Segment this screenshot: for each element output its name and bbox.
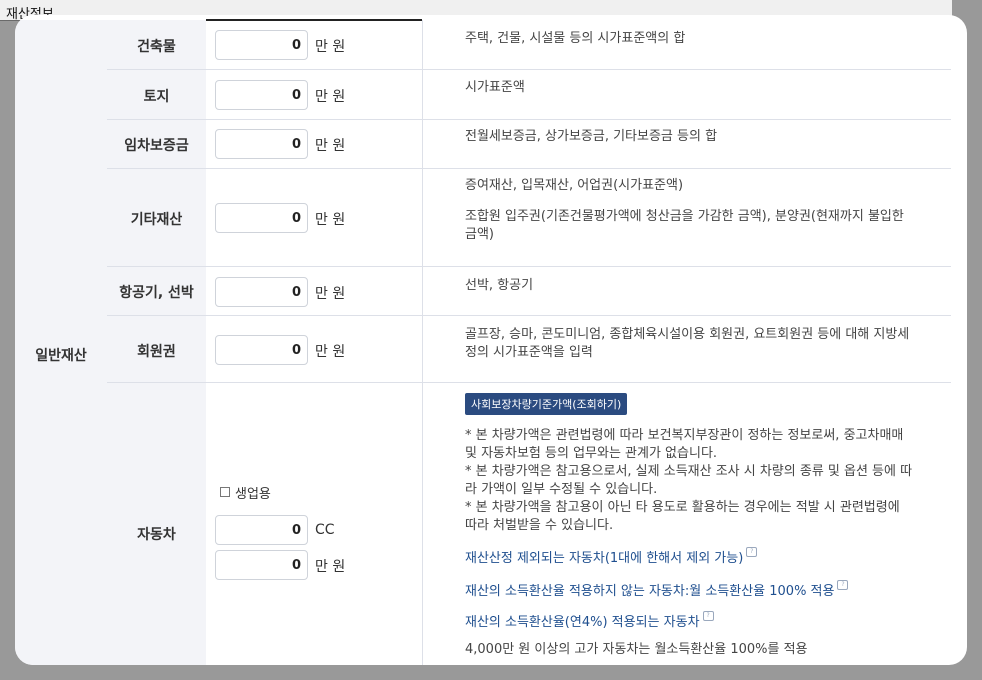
- row-label: 자동차: [137, 527, 176, 543]
- link-text: 재산산정 제외되는 자동차(1대에 한해서 제외 가능): [465, 551, 744, 566]
- note-line: * 본 차량가액은 참고용으로서, 실제 소득재산 조사 시 차량의 종류 및 …: [465, 464, 913, 479]
- vehicle-price-lookup-button[interactable]: 사회보장차량기준가액(조회하기): [465, 393, 628, 415]
- link-text: 재산의 소득환산율(연4%) 적용되는 자동차: [465, 615, 700, 630]
- lease-deposit-input[interactable]: [215, 129, 308, 159]
- note-line: 및 자동차보험 등의 업무와는 관계가 없습니다.: [465, 446, 718, 461]
- high-value-car-note: 4,000만 원 이상의 고가 자동차는 월소득환산율 100%를 적용: [465, 642, 808, 657]
- description-line: 금액): [465, 227, 494, 242]
- car-cc-input[interactable]: [215, 515, 308, 545]
- excluded-vehicle-link[interactable]: 재산산정 제외되는 자동차(1대에 한해서 제외 가능)?: [465, 547, 758, 566]
- note-line: * 본 차량가액은 관련법령에 따라 보건복지부장관이 정하는 정보로써, 중고…: [465, 428, 904, 443]
- row-label: 회원권: [137, 344, 176, 360]
- note-line: 따라 처벌받을 수 있습니다.: [465, 518, 614, 533]
- description-line: 조합원 입주권(기존건물평가액에 청산금을 가감한 금액), 분양권(현재까지 …: [465, 209, 904, 224]
- row-description: 전월세보증금, 상가보증금, 기타보증금 등의 합: [465, 128, 951, 146]
- cc-unit-label: CC: [315, 522, 335, 538]
- unit-label: 만 원: [315, 138, 346, 154]
- row-label: 임차보증금: [124, 138, 189, 154]
- note-line: 라 가액이 일부 수정될 수 있습니다.: [465, 482, 658, 497]
- row-label: 건축물: [137, 39, 176, 55]
- land-value-input[interactable]: [215, 80, 308, 110]
- row-description: 선박, 항공기: [465, 277, 951, 295]
- link-text: 재산의 소득환산율 적용하지 않는 자동차:월 소득환산율 100% 적용: [465, 584, 835, 599]
- description-line: 증여재산, 입목재산, 어업권(시가표준액): [465, 178, 684, 193]
- business-use-label: 생업용: [235, 487, 271, 502]
- unit-label: 만 원: [315, 559, 346, 575]
- unit-label: 만 원: [315, 39, 346, 55]
- unit-label: 만 원: [315, 212, 346, 228]
- annual-rate-vehicle-link[interactable]: 재산의 소득환산율(연4%) 적용되는 자동차?: [465, 611, 714, 630]
- row-description: 주택, 건물, 시설물 등의 시가표준액의 합: [465, 30, 951, 48]
- unit-label: 만 원: [315, 89, 346, 105]
- unit-label: 만 원: [315, 344, 346, 360]
- aircraft-ship-input[interactable]: [215, 277, 308, 307]
- row-label: 토지: [143, 89, 170, 105]
- description-line: 시가표준액: [465, 80, 525, 95]
- info-icon: ?: [746, 547, 758, 557]
- membership-input[interactable]: [215, 335, 308, 365]
- info-icon: ?: [702, 611, 714, 621]
- group-label: 일반재산: [35, 348, 87, 364]
- info-icon: ?: [837, 580, 849, 590]
- business-use-checkbox[interactable]: [220, 487, 230, 497]
- row-label: 항공기, 선박: [119, 285, 194, 301]
- description-line: 선박, 항공기: [465, 278, 534, 293]
- note-line: * 본 차량가액을 참고용이 아닌 타 용도로 활용하는 경우에는 적발 시 관…: [465, 500, 900, 515]
- property-form-card: 일반재산 건축물 만 원 주택, 건물, 시설물 등의 시가표준액의 합 토지 …: [15, 15, 967, 665]
- description-line: 주택, 건물, 시설물 등의 시가표준액의 합: [465, 31, 686, 46]
- building-value-input[interactable]: [215, 30, 308, 60]
- group-column: 일반재산: [15, 20, 108, 665]
- row-label: 기타재산: [130, 212, 183, 228]
- row-description: 증여재산, 입목재산, 어업권(시가표준액) 조합원 입주권(기존건물평가액에 …: [465, 177, 951, 244]
- car-price-input[interactable]: [215, 550, 308, 580]
- other-property-input[interactable]: [215, 203, 308, 233]
- vehicle-notes: * 본 차량가액은 관련법령에 따라 보건복지부장관이 정하는 정보로써, 중고…: [465, 427, 951, 535]
- row-description: 시가표준액: [465, 79, 951, 97]
- description-line: 정의 시가표준액을 입력: [465, 345, 593, 360]
- description-line: 전월세보증금, 상가보증금, 기타보증금 등의 합: [465, 129, 718, 144]
- description-line: 골프장, 승마, 콘도미니엄, 종합체육시설이용 회원권, 요트회원권 등에 대…: [465, 327, 910, 342]
- row-description: 골프장, 승마, 콘도미니엄, 종합체육시설이용 회원권, 요트회원권 등에 대…: [465, 326, 951, 362]
- unit-label: 만 원: [315, 286, 346, 302]
- no-conversion-rate-link[interactable]: 재산의 소득환산율 적용하지 않는 자동차:월 소득환산율 100% 적용?: [465, 580, 849, 599]
